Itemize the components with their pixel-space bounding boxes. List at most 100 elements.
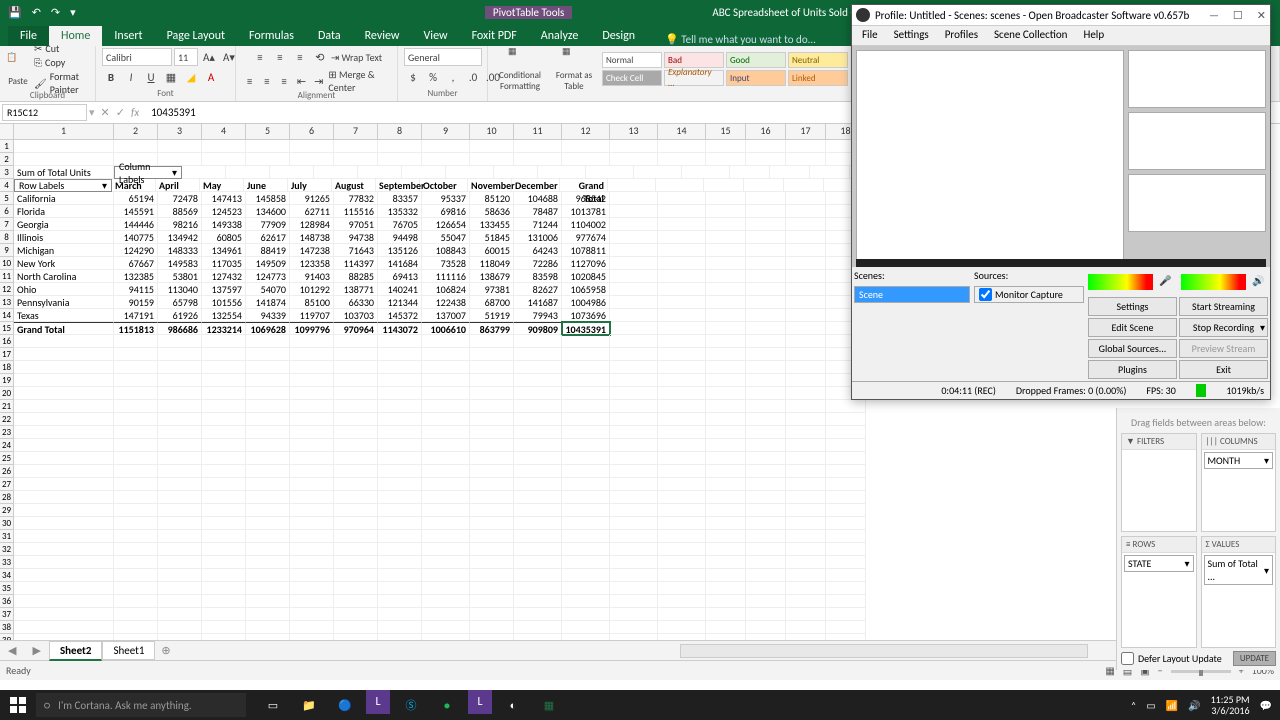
maximize-icon[interactable]: ☐ — [1233, 9, 1243, 22]
redo-icon[interactable]: ↷ — [51, 6, 60, 19]
tab-review[interactable]: Review — [353, 26, 412, 46]
currency-icon[interactable]: $ — [404, 68, 422, 86]
notifications-icon[interactable]: 💬 — [1260, 699, 1272, 712]
cut-button[interactable]: ✂ Cut — [34, 42, 89, 55]
cortana-search[interactable]: ○ I'm Cortana. Ask me anything. — [36, 693, 246, 717]
pivot-columns-box[interactable]: ||| COLUMNS MONTH▾ — [1201, 433, 1277, 532]
pivot-rows-box[interactable]: ≡ ROWS STATE▾ — [1121, 536, 1197, 648]
pivot-chip-values[interactable]: Sum of Total ...▾ — [1204, 555, 1274, 585]
tab-analyze[interactable]: Analyze — [529, 26, 591, 46]
tray-chevron-icon[interactable]: ˄ — [1131, 699, 1136, 712]
wrap-text-button[interactable]: ⇥ Wrap Text — [331, 51, 382, 64]
tab-foxit[interactable]: Foxit PDF — [460, 26, 529, 46]
bold-button[interactable]: B — [102, 68, 120, 86]
style-input[interactable]: Input — [726, 70, 786, 86]
italic-button[interactable]: I — [122, 68, 140, 86]
underline-button[interactable]: U — [142, 68, 160, 86]
spotify-icon[interactable]: ● — [432, 690, 462, 720]
obs-stop-recording-button[interactable]: Stop Recording▾ — [1179, 318, 1268, 337]
style-normal[interactable]: Normal — [602, 52, 662, 68]
format-table-button[interactable]: ▦ Format as Table — [550, 46, 598, 92]
tab-view[interactable]: View — [412, 26, 460, 46]
style-explanatory[interactable]: Explanatory ... — [664, 70, 724, 86]
undo-icon[interactable]: ↶ — [32, 6, 41, 19]
font-name-select[interactable]: Calibri — [102, 48, 172, 66]
obs-settings-button[interactable]: Settings — [1088, 297, 1177, 316]
pivot-chip-month[interactable]: MONTH▾ — [1204, 452, 1274, 469]
style-check[interactable]: Check Cell — [602, 70, 662, 86]
tab-design[interactable]: Design — [590, 26, 647, 46]
style-linked[interactable]: Linked — [788, 70, 848, 86]
obs-menu-help[interactable]: Help — [1075, 26, 1112, 44]
obs-plugins-button[interactable]: Plugins — [1088, 360, 1177, 379]
number-format-select[interactable]: General — [404, 48, 482, 66]
sheet-nav-prev-icon[interactable]: ◀ — [0, 644, 24, 657]
font-color-button[interactable]: A — [202, 68, 220, 86]
tab-page-layout[interactable]: Page Layout — [155, 26, 237, 46]
start-button[interactable] — [0, 690, 36, 720]
taskbar-clock[interactable]: 11:25 PM 3/6/2016 — [1211, 694, 1250, 716]
comma-icon[interactable]: , — [444, 68, 462, 86]
view-normal-icon[interactable]: ▦ — [1105, 664, 1114, 677]
pivot-filters-box[interactable]: ▼ FILTERS — [1121, 433, 1197, 532]
copy-button[interactable]: ⎘ Copy — [34, 56, 89, 69]
sheet-nav-next-icon[interactable]: ▶ — [24, 644, 48, 657]
name-box[interactable] — [2, 104, 87, 121]
style-neutral[interactable]: Neutral — [788, 52, 848, 68]
align-left-icon[interactable]: ≡ — [242, 72, 257, 90]
obs-menu-scene-collection[interactable]: Scene Collection — [986, 26, 1075, 44]
tab-data[interactable]: Data — [306, 26, 353, 46]
align-top-icon[interactable]: ≡ — [251, 48, 269, 66]
border-button[interactable]: ▦ — [162, 68, 180, 86]
obs-scene-item[interactable]: Scene — [855, 287, 969, 302]
obs-mic-icon[interactable]: 🎤 — [1159, 274, 1175, 290]
add-sheet-icon[interactable]: ⊕ — [155, 644, 176, 657]
explorer-icon[interactable]: 📁 — [294, 690, 324, 720]
skype-icon[interactable]: Ⓢ — [396, 690, 426, 720]
chrome-icon[interactable]: 🔵 — [330, 690, 360, 720]
align-bot-icon[interactable]: ≡ — [291, 48, 309, 66]
fx-icon[interactable]: fx — [131, 106, 139, 119]
tell-me[interactable]: 💡 Tell me what you want to do... — [647, 33, 816, 46]
paste-button[interactable]: 📋 Paste — [6, 52, 30, 87]
obs-source-item[interactable]: Monitor Capture — [975, 287, 1083, 302]
minimize-icon[interactable]: — — [1209, 9, 1219, 22]
obs-menu-file[interactable]: File — [854, 26, 886, 44]
inc-decimal-icon[interactable]: .0 — [464, 68, 482, 86]
tab-formulas[interactable]: Formulas — [237, 26, 306, 46]
task-view-icon[interactable]: ▭ — [258, 690, 288, 720]
save-icon[interactable]: 💾 — [8, 6, 22, 19]
cancel-icon[interactable]: ✕ — [101, 106, 110, 119]
align-mid-icon[interactable]: ≡ — [271, 48, 289, 66]
obs-speaker-icon[interactable]: 🔊 — [1252, 274, 1268, 290]
excel-taskbar-icon[interactable]: ▦ — [534, 690, 564, 720]
percent-icon[interactable]: % — [424, 68, 442, 86]
tray-volume-icon[interactable]: 🔊 — [1188, 699, 1200, 712]
update-button[interactable]: UPDATE — [1233, 651, 1276, 666]
obs-taskbar-icon[interactable]: ◐ — [498, 690, 528, 720]
sheet-tab-sheet2[interactable]: Sheet2 — [49, 641, 103, 661]
increase-font-icon[interactable]: A▴ — [200, 48, 218, 66]
style-good[interactable]: Good — [726, 52, 786, 68]
sheet-tab-sheet1[interactable]: Sheet1 — [102, 641, 155, 660]
pivot-chip-state[interactable]: STATE▾ — [1124, 555, 1194, 572]
indent-inc-icon[interactable]: ⇥ — [311, 72, 326, 90]
app-icon-1[interactable]: L — [366, 690, 390, 714]
align-right-icon[interactable]: ≡ — [277, 72, 292, 90]
fill-color-button[interactable]: ◢ — [182, 68, 200, 86]
obs-sources-list[interactable]: Monitor Capture — [974, 286, 1084, 303]
close-icon[interactable]: ✕ — [1257, 9, 1266, 22]
obs-menu-profiles[interactable]: Profiles — [937, 26, 986, 44]
obs-edit-scene-button[interactable]: Edit Scene — [1088, 318, 1177, 337]
app-icon-2[interactable]: L — [468, 690, 492, 714]
obs-source-checkbox[interactable] — [979, 288, 992, 301]
defer-update-checkbox[interactable] — [1121, 652, 1134, 665]
pivot-values-box[interactable]: Σ VALUES Sum of Total ...▾ — [1201, 536, 1277, 648]
obs-global-sources-button[interactable]: Global Sources... — [1088, 339, 1177, 358]
tab-insert[interactable]: Insert — [102, 26, 154, 46]
style-bad[interactable]: Bad — [664, 52, 724, 68]
indent-dec-icon[interactable]: ⇤ — [294, 72, 309, 90]
obs-start-streaming-button[interactable]: Start Streaming — [1179, 297, 1268, 316]
tray-wifi-icon[interactable]: 📶 — [1166, 699, 1178, 712]
enter-icon[interactable]: ✓ — [116, 106, 125, 119]
